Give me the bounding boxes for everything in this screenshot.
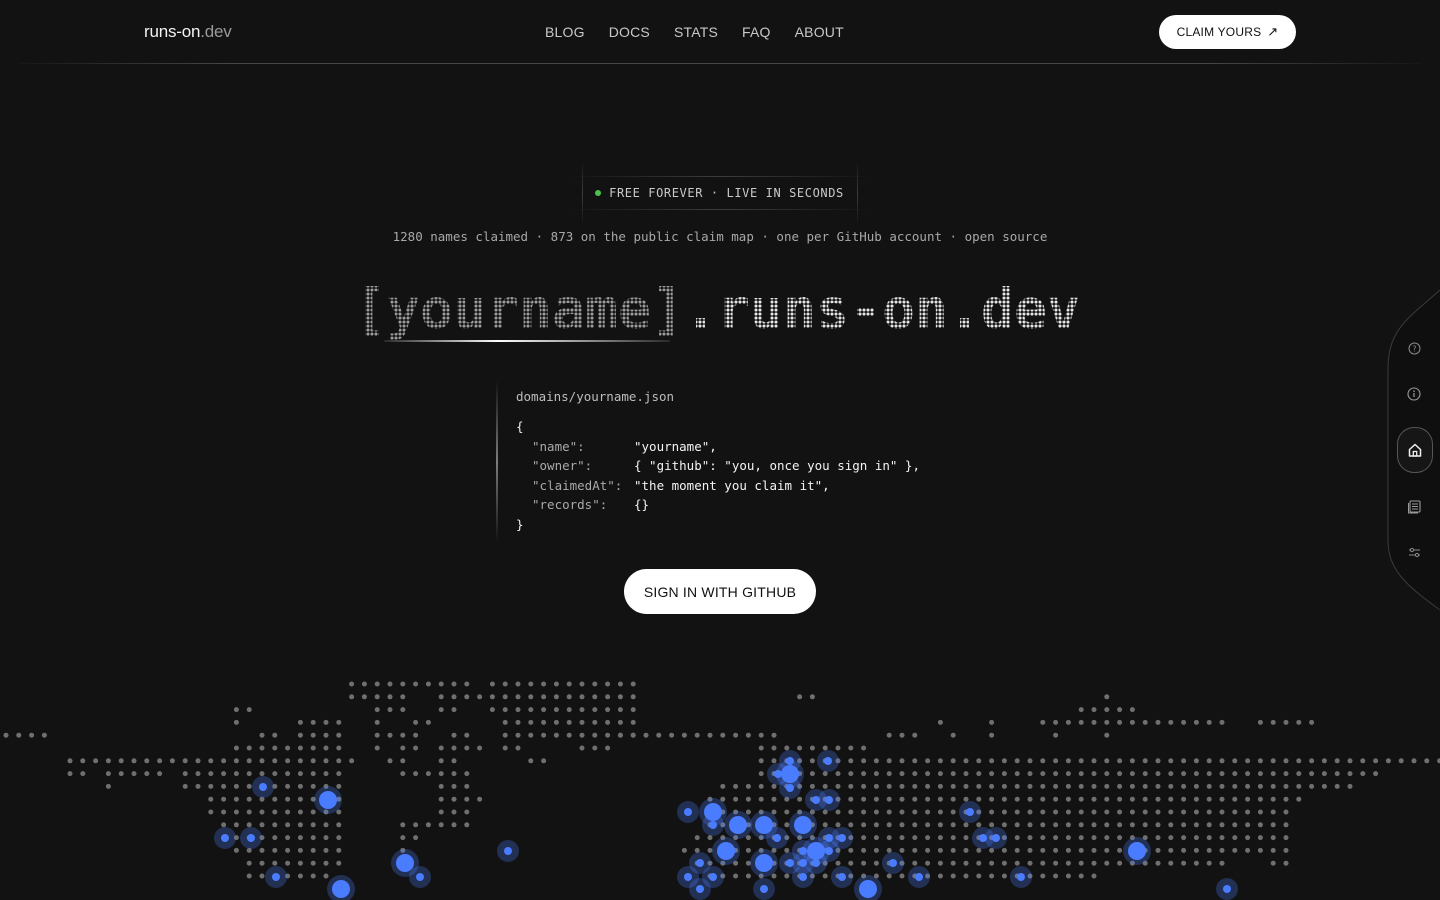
- claim-marker: [915, 873, 923, 881]
- info-icon[interactable]: [1404, 384, 1424, 404]
- code-line: {: [516, 417, 920, 437]
- claim-marker: [825, 796, 833, 804]
- claim-marker: [812, 859, 820, 867]
- svg-text:[yourname].runs-on.dev: [yourname].runs-on.dev: [354, 280, 1080, 340]
- code-open-brace: {: [516, 419, 524, 434]
- claim-marker: [319, 791, 337, 809]
- sign-in-github-button[interactable]: SIGN IN WITH GITHUB: [624, 569, 816, 614]
- claim-marker: [709, 821, 717, 829]
- svg-text:?: ?: [1412, 344, 1416, 353]
- claim-marker: [221, 834, 229, 842]
- nav-links: BLOG DOCS STATS FAQ ABOUT: [545, 24, 844, 40]
- claim-marker: [709, 873, 717, 881]
- code-key: "owner":: [532, 458, 593, 473]
- nav-link-blog[interactable]: BLOG: [545, 24, 585, 40]
- nav-divider: [20, 63, 1420, 64]
- free-forever-badge: FREE FOREVER · LIVE IN SECONDS: [582, 177, 857, 209]
- site-logo[interactable]: runs-on.dev: [144, 22, 232, 42]
- claim-marker: [684, 808, 692, 816]
- code-key: "records":: [532, 497, 608, 512]
- code-filename: domains/yourname.json: [516, 389, 675, 404]
- code-value: { "github": "you, once you sign in" },: [634, 458, 920, 473]
- top-nav: runs-on.dev BLOG DOCS STATS FAQ ABOUT CL…: [0, 0, 1440, 64]
- settings-sliders-icon[interactable]: [1404, 542, 1424, 562]
- nav-link-stats[interactable]: STATS: [674, 24, 718, 40]
- code-line: "owner": { "github": "you, once you sign …: [516, 456, 920, 476]
- claim-marker: [504, 847, 512, 855]
- logo-main: runs-on: [144, 22, 201, 41]
- code-line: }: [516, 515, 920, 535]
- claim-marker: [729, 816, 747, 834]
- claim-marker: [992, 834, 1000, 842]
- status-dot-icon: [595, 190, 602, 196]
- badge-text: FREE FOREVER · LIVE IN SECONDS: [609, 186, 844, 200]
- title-placeholder: [yourname]: [354, 280, 684, 340]
- claim-yours-button[interactable]: CLAIM YOURS ↗: [1159, 15, 1296, 49]
- claim-marker: [332, 880, 350, 898]
- claim-stats-text: 1280 names claimed · 873 on the public c…: [392, 229, 1048, 244]
- claim-marker: [259, 783, 267, 791]
- badge-frame-line: [857, 160, 858, 226]
- code-value: "the moment you claim it",: [634, 477, 830, 493]
- nav-link-faq[interactable]: FAQ: [742, 24, 771, 40]
- code-value: "yourname",: [634, 438, 717, 454]
- code-value: {}: [634, 497, 650, 512]
- claim-marker: [859, 880, 877, 898]
- arrow-up-right-icon: ↗: [1267, 24, 1279, 39]
- code-line: "claimedAt": "the moment you claim it",: [516, 476, 920, 496]
- code-line: "records": {}: [516, 495, 920, 515]
- claim-marker: [696, 859, 704, 867]
- claim-marker: [966, 808, 974, 816]
- claim-marker: [696, 885, 704, 893]
- claim-marker: [247, 834, 255, 842]
- claim-yours-label: CLAIM YOURS: [1176, 25, 1262, 39]
- claim-marker: [773, 834, 781, 842]
- code-key: "name":: [532, 438, 585, 454]
- claim-marker: [794, 816, 812, 834]
- claim-marker: [684, 873, 692, 881]
- claim-marker: [825, 847, 833, 855]
- claim-world-map: [3, 681, 1440, 900]
- document-stack-icon[interactable]: [1404, 496, 1424, 516]
- nav-link-about[interactable]: ABOUT: [795, 24, 844, 40]
- help-circle-icon[interactable]: ?: [1404, 338, 1424, 358]
- claim-marker: [786, 784, 794, 792]
- claim-marker: [416, 873, 424, 881]
- claim-marker: [838, 873, 846, 881]
- badge-frame-line: [565, 209, 875, 210]
- title-underline: [384, 340, 670, 342]
- home-nav-button[interactable]: [1397, 427, 1433, 473]
- claim-marker: [396, 854, 414, 872]
- claim-marker: [272, 873, 280, 881]
- home-icon: [1408, 443, 1422, 457]
- claim-marker: [838, 834, 846, 842]
- title-domain: .runs-on.dev: [684, 280, 1080, 340]
- claim-marker: [824, 757, 832, 765]
- code-close-brace: }: [516, 516, 524, 532]
- code-block: { "name": "yourname", "owner": { "github":…: [516, 417, 920, 534]
- code-accent-bar: [496, 380, 498, 543]
- claim-marker: [1017, 873, 1025, 881]
- claim-marker: [799, 873, 807, 881]
- code-line: "name": "yourname",: [516, 437, 920, 457]
- claim-marker: [760, 885, 768, 893]
- hero-title: [yourname].runs-on.dev: [354, 280, 1080, 340]
- claim-marker: [717, 842, 735, 860]
- claim-marker: [1223, 885, 1231, 893]
- claim-marker: [1128, 842, 1146, 860]
- claim-marker: [755, 854, 773, 872]
- logo-tld: .dev: [200, 22, 232, 41]
- code-key: "claimedAt":: [532, 477, 623, 493]
- claim-marker: [889, 859, 897, 867]
- nav-link-docs[interactable]: DOCS: [609, 24, 650, 40]
